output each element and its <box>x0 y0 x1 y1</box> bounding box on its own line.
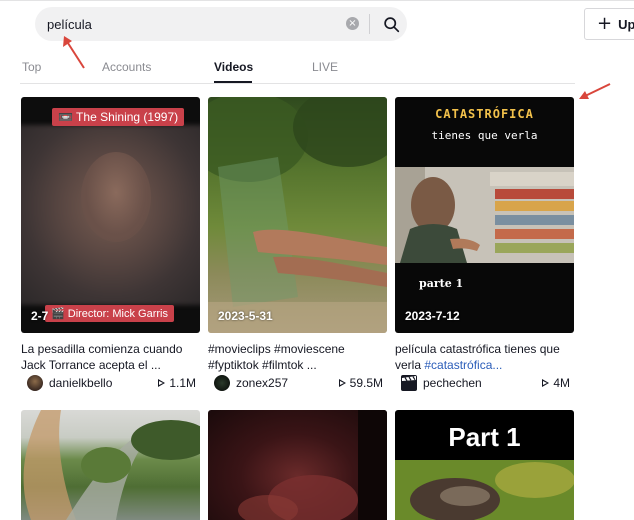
video-date: 2023-5-31 <box>218 309 273 323</box>
upload-button[interactable]: + Upl <box>584 8 634 40</box>
overlay-subtitle: tienes que verla <box>431 129 538 142</box>
video-description[interactable]: La pesadilla comienza cuando Jack Torran… <box>21 341 200 373</box>
thumbnail-scene <box>208 97 387 333</box>
view-count-value: 59.5M <box>349 376 383 390</box>
video-thumbnail[interactable] <box>21 410 200 520</box>
play-icon <box>158 379 166 387</box>
video-meta: pechechen 4M <box>395 375 574 391</box>
play-icon <box>542 379 550 387</box>
overlay-title: CATASTRÓFICA <box>435 107 534 121</box>
play-icon <box>338 379 346 387</box>
clear-icon[interactable]: × <box>346 17 359 30</box>
thumbnail-scene <box>238 410 387 520</box>
top-divider <box>0 0 634 1</box>
author-name[interactable]: danielkbello <box>49 376 112 390</box>
video-description[interactable]: película catastrófica tienes que verla #… <box>395 341 574 373</box>
search-button[interactable] <box>375 7 407 41</box>
thumbnail-scene <box>395 460 574 520</box>
annotation-arrow-search <box>63 36 85 69</box>
search-divider <box>369 14 370 34</box>
annotation-arrow-card <box>579 83 611 99</box>
search-bar: × <box>35 7 407 41</box>
tabs-divider <box>20 83 575 84</box>
thumbnail-scene <box>23 410 200 520</box>
avatar[interactable] <box>401 375 417 391</box>
tab-live[interactable]: LIVE <box>312 60 338 74</box>
video-thumbnail[interactable]: 2023-5-31 <box>208 97 387 333</box>
tab-top[interactable]: Top <box>22 60 41 74</box>
video-date: 2023-7-12 <box>405 309 460 323</box>
video-thumbnail[interactable]: CATASTRÓFICA tienes que verla parte 1 20… <box>395 97 574 333</box>
video-meta: danielkbello 1.1M <box>21 375 200 391</box>
video-meta: zonex257 59.5M <box>208 375 387 391</box>
overlay-part: parte 1 <box>419 277 464 290</box>
clapperboard-icon <box>402 376 416 390</box>
tab-accounts[interactable]: Accounts <box>102 60 151 74</box>
overlay-title: Part 1 <box>448 422 521 452</box>
plus-icon: + <box>597 13 613 34</box>
avatar[interactable] <box>214 375 230 391</box>
video-thumbnail[interactable] <box>208 410 387 520</box>
blurred-face <box>81 152 151 242</box>
overlay-title-label: 📼 The Shining (1997) <box>52 108 185 126</box>
thumbnail-scene <box>395 167 574 263</box>
video-date: 2-7 <box>31 309 49 323</box>
author-name[interactable]: pechechen <box>423 376 482 390</box>
view-count-value: 1.1M <box>169 376 196 390</box>
description-hashtag[interactable]: #catastrófica... <box>424 358 502 372</box>
view-count: 59.5M <box>338 376 383 390</box>
search-input[interactable] <box>47 7 337 41</box>
view-count: 1.1M <box>158 376 196 390</box>
search-tabs: Top Accounts Videos LIVE <box>0 52 600 84</box>
video-thumbnail[interactable]: 📼 The Shining (1997) 🎬 Director: Mick Ga… <box>21 97 200 333</box>
overlay-director-label: 🎬 Director: Mick Garris <box>45 305 174 322</box>
view-count: 4M <box>542 376 570 390</box>
upload-label: Upl <box>618 16 634 32</box>
author-name[interactable]: zonex257 <box>236 376 288 390</box>
search-icon <box>383 16 399 32</box>
video-thumbnail[interactable]: Part 1 <box>395 410 574 520</box>
tab-videos[interactable]: Videos <box>214 60 253 74</box>
view-count-value: 4M <box>553 376 570 390</box>
video-hashtags[interactable]: #movieclips #moviescene #fyptiktok #film… <box>208 341 387 373</box>
avatar[interactable] <box>27 375 43 391</box>
